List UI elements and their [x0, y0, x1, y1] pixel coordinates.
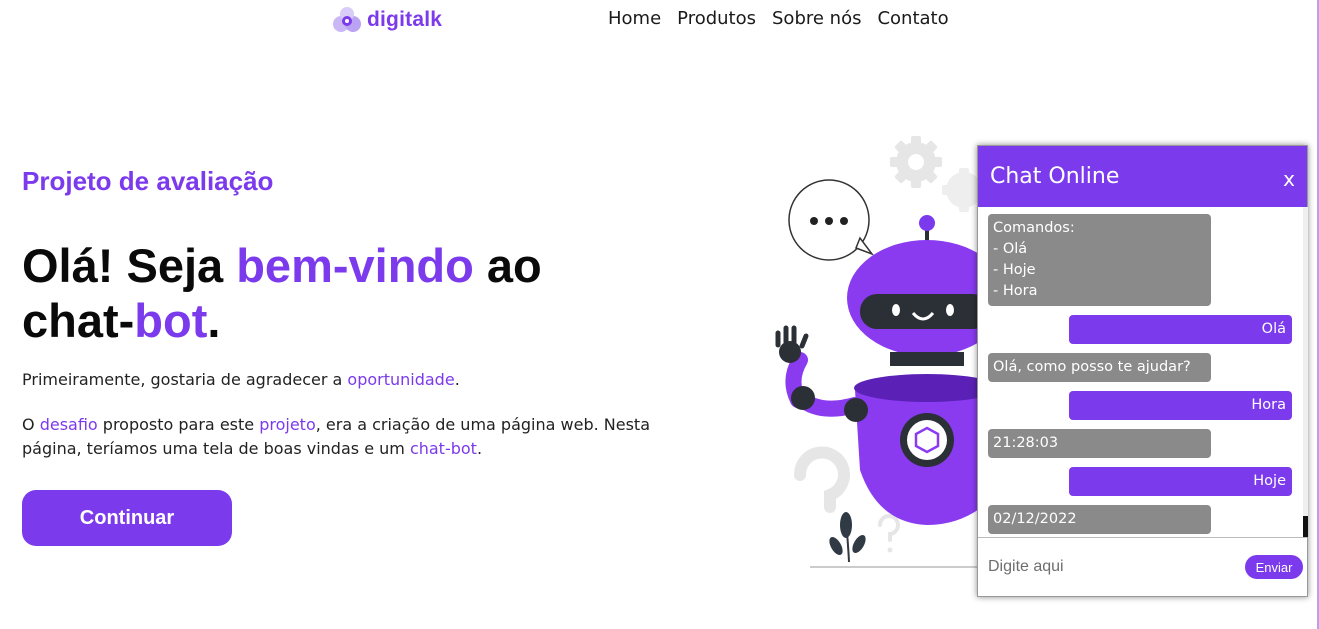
- user-message: Hoje: [1069, 467, 1292, 496]
- continue-button[interactable]: Continuar: [22, 490, 232, 546]
- hero-headline: Olá! Seja bem-vindo ao chat-bot.: [22, 238, 662, 348]
- commands-line: - Hora: [993, 283, 1038, 299]
- chat-header: Chat Online x: [978, 146, 1307, 207]
- close-icon[interactable]: x: [1283, 167, 1295, 191]
- headline-text: Olá! Seja: [22, 239, 237, 292]
- send-button[interactable]: Enviar: [1245, 555, 1303, 579]
- hero-eyebrow: Projeto de avaliação: [22, 166, 274, 196]
- plant-icon: [829, 512, 866, 563]
- commands-line: - Hoje: [993, 262, 1036, 278]
- nav-item-sobre[interactable]: Sobre nós: [772, 8, 861, 29]
- description-text: O: [22, 415, 40, 434]
- description-text: proposto para este: [97, 415, 260, 434]
- speech-bubble-icon: [788, 179, 875, 261]
- chat-messages[interactable]: Comandos: - Olá - Hoje - Hora Olá Olá, c…: [978, 207, 1303, 537]
- user-message: Hora: [1069, 391, 1292, 420]
- commands-line: Comandos:: [993, 220, 1075, 236]
- description-text-end: .: [476, 439, 483, 458]
- headline-accent: bot: [134, 294, 208, 347]
- bot-message-commands: Comandos: - Olá - Hoje - Hora: [988, 214, 1211, 306]
- chat-footer: Enviar: [978, 537, 1307, 596]
- intro-text-end: .: [454, 370, 460, 389]
- description-paragraph: O desafio proposto para este projeto, er…: [22, 413, 672, 461]
- headline-accent: bem-vindo: [236, 239, 474, 292]
- user-message: Olá: [1069, 315, 1292, 344]
- oportunidade-link[interactable]: oportunidade: [347, 370, 454, 389]
- desafio-link[interactable]: desafio: [40, 415, 98, 434]
- main-nav: Home Produtos Sobre nós Contato: [608, 8, 949, 29]
- logo-icon: [333, 7, 361, 32]
- chat-bot-link[interactable]: chat-bot: [410, 439, 477, 458]
- bot-message: 02/12/2022: [988, 505, 1211, 534]
- projeto-link[interactable]: projeto: [259, 415, 316, 434]
- chat-scrollbar-track[interactable]: [1303, 207, 1308, 537]
- bot-message: Olá, como posso te ajudar?: [988, 353, 1211, 382]
- nav-item-contato[interactable]: Contato: [877, 8, 948, 29]
- intro-paragraph: Primeiramente, gostaria de agradecer a o…: [22, 370, 460, 389]
- robot-waving-icon: [775, 136, 1000, 568]
- chat-scrollbar-thumb[interactable]: [1303, 516, 1308, 537]
- commands-line: - Olá: [993, 241, 1028, 257]
- nav-item-produtos[interactable]: Produtos: [677, 8, 756, 29]
- chat-message-input[interactable]: [988, 558, 1245, 576]
- intro-text: Primeiramente, gostaria de agradecer a: [22, 370, 348, 389]
- bot-message: 21:28:03: [988, 429, 1211, 458]
- brand-name: digitalk: [367, 8, 443, 31]
- headline-text: .: [207, 294, 221, 347]
- chat-widget: Chat Online x Comandos: - Olá - Hoje - H…: [977, 145, 1308, 597]
- nav-item-home[interactable]: Home: [608, 8, 661, 29]
- chat-title: Chat Online: [990, 164, 1120, 189]
- brand-logo[interactable]: digitalk: [331, 4, 442, 36]
